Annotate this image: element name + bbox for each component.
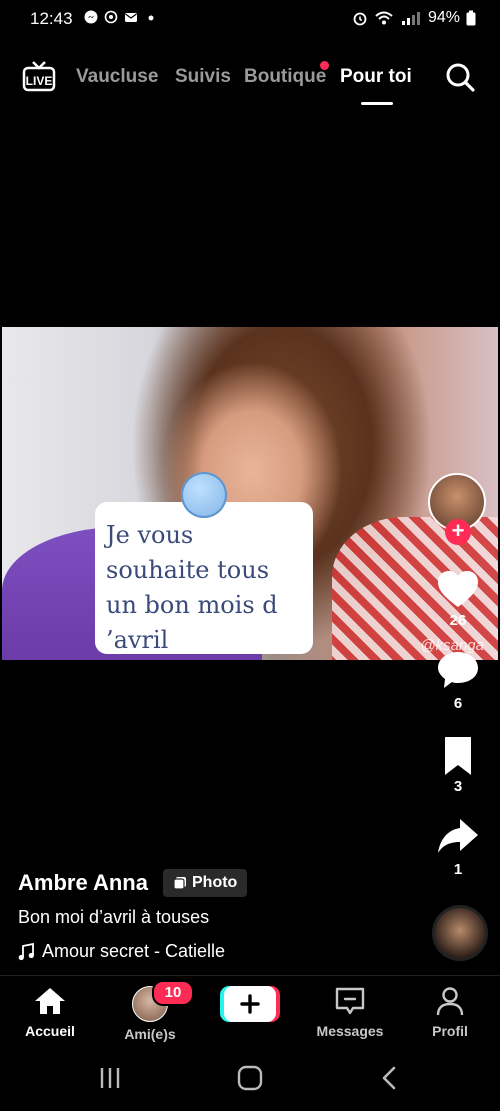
home-icon xyxy=(35,988,65,1014)
alarm-icon xyxy=(353,12,367,26)
photo-badge-label: Photo xyxy=(192,874,238,891)
nav-messages-label: Messages xyxy=(316,1023,384,1039)
music-disc[interactable] xyxy=(432,905,488,961)
tab-vaucluse[interactable]: Vaucluse xyxy=(76,66,158,88)
messenger-icon xyxy=(84,10,98,24)
nav-friends-label: Ami(e)s xyxy=(124,1026,176,1042)
profile-icon xyxy=(436,987,464,1016)
boutique-notification-dot xyxy=(320,61,329,70)
share-icon[interactable] xyxy=(436,815,480,859)
battery-icon xyxy=(466,10,476,26)
home-system-icon[interactable] xyxy=(235,1064,265,1092)
tab-boutique[interactable]: Boutique xyxy=(244,66,326,88)
nav-home-label: Accueil xyxy=(25,1023,75,1039)
nav-home[interactable]: Accueil xyxy=(5,986,95,1039)
nav-profile[interactable]: Profil xyxy=(405,986,495,1039)
music-note-icon xyxy=(18,942,34,960)
back-icon[interactable] xyxy=(378,1064,402,1092)
like-icon[interactable] xyxy=(436,568,480,612)
messages-icon xyxy=(335,987,365,1015)
tab-pour-toi[interactable]: Pour toi xyxy=(340,66,412,88)
nav-messages[interactable]: Messages xyxy=(305,986,395,1039)
post-caption: Bon moi d’avril à touses xyxy=(18,907,210,927)
note-pin-icon xyxy=(181,472,227,518)
save-count: 3 xyxy=(453,778,463,795)
follow-button[interactable]: + xyxy=(445,519,471,545)
comment-count: 6 xyxy=(453,695,463,712)
tab-suivis[interactable]: Suivis xyxy=(175,66,231,88)
live-label: LIVE xyxy=(26,74,53,88)
share-count: 1 xyxy=(453,861,463,878)
status-time: 12:43 xyxy=(30,9,73,28)
nav-profile-label: Profil xyxy=(432,1023,468,1039)
recent-apps-icon[interactable] xyxy=(96,1064,124,1092)
dot-icon xyxy=(148,15,154,21)
signal-icon xyxy=(401,12,420,25)
music-title: Amour secret - Catielle xyxy=(42,941,226,961)
wifi-icon xyxy=(375,11,393,25)
status-right: 94% xyxy=(352,9,476,27)
music-info[interactable]: Amour secret - Catielle xyxy=(18,941,225,962)
battery-text: 94% xyxy=(427,9,460,26)
active-tab-indicator xyxy=(361,102,393,105)
mail-icon xyxy=(125,13,137,22)
note-text: Je vous souhaite tous un bon mois d ’avr… xyxy=(106,521,278,654)
author-name[interactable]: Ambre Anna xyxy=(18,870,148,896)
live-button[interactable]: LIVE xyxy=(22,60,56,92)
notification-icons xyxy=(84,10,158,24)
photo-type-badge: Photo xyxy=(163,869,248,897)
app-notification-icon xyxy=(104,10,118,24)
search-icon[interactable] xyxy=(444,61,476,93)
photo-badge-icon xyxy=(173,877,186,890)
friends-badge: 10 xyxy=(152,980,194,1006)
like-count: 26 xyxy=(449,612,467,629)
bookmark-icon[interactable] xyxy=(436,735,480,779)
comment-icon[interactable] xyxy=(436,648,480,692)
create-button[interactable] xyxy=(220,986,280,1022)
